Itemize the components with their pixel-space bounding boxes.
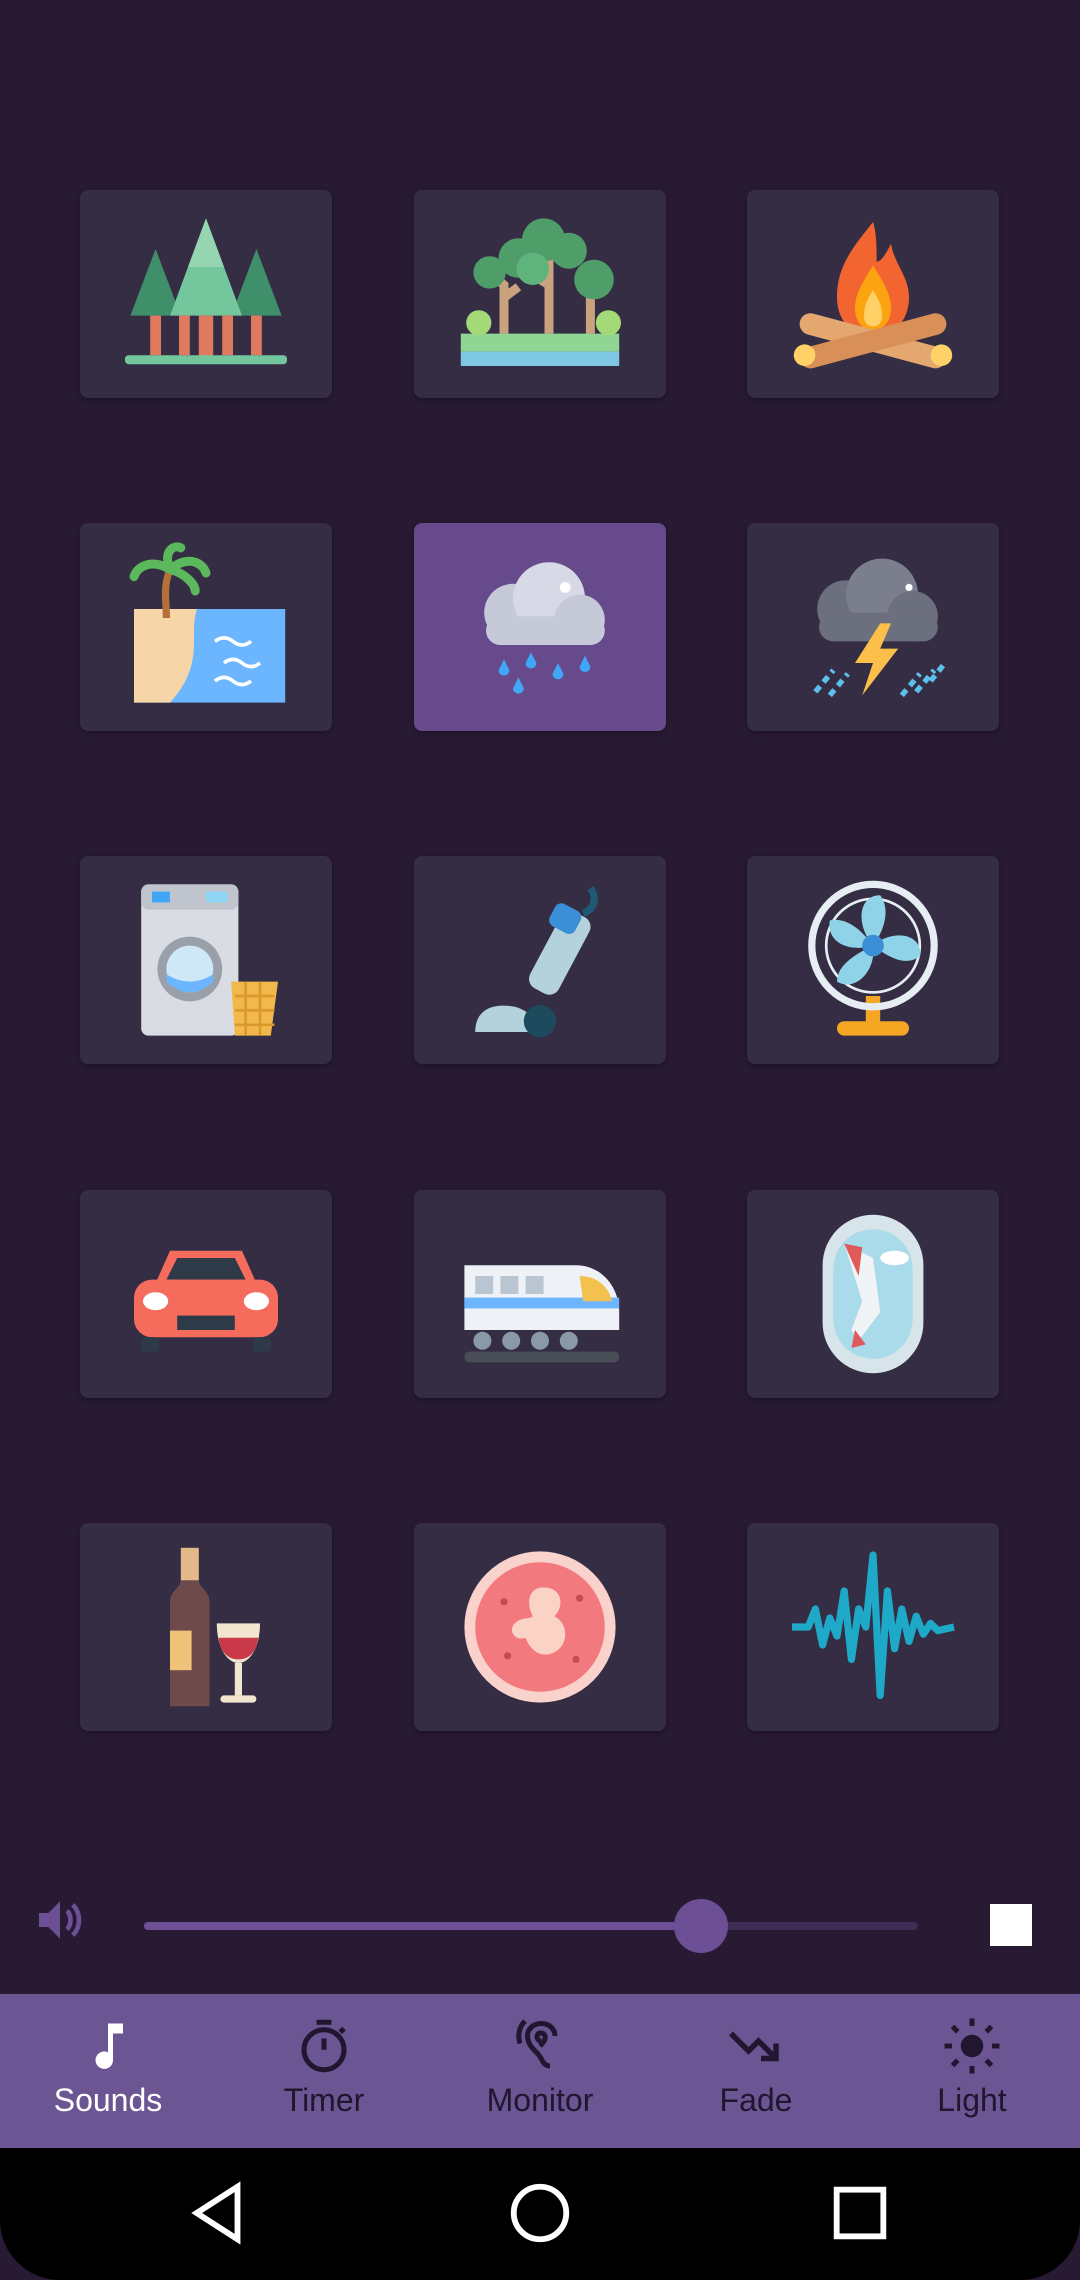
nav-label-light: Light: [937, 2082, 1007, 2118]
sound-tile-vacuum[interactable]: [414, 856, 666, 1064]
volume-slider[interactable]: [144, 1899, 918, 1953]
nav-label-fade: Fade: [719, 2082, 793, 2118]
sound-tile-beach[interactable]: [80, 523, 332, 731]
car-icon: [134, 1250, 278, 1352]
nav-item-fade[interactable]: Fade: [648, 1994, 864, 2148]
train-icon: [464, 1265, 620, 1363]
trending-down-icon: [729, 2031, 779, 2062]
sound-tile-jungle[interactable]: [414, 190, 666, 398]
system-navigation-bar: [0, 2148, 1080, 2280]
sound-tile-fan[interactable]: [747, 856, 999, 1064]
sound-tile-washing-machine[interactable]: [80, 856, 332, 1064]
fan-icon: [808, 880, 938, 1036]
volume-slider-thumb[interactable]: [674, 1899, 729, 1953]
forest-icon: [125, 218, 287, 365]
nav-item-light[interactable]: Light: [864, 1994, 1080, 2148]
volume-controls: [0, 1880, 1080, 1970]
stop-button[interactable]: [990, 1904, 1032, 1946]
nav-label-monitor: Monitor: [486, 2082, 594, 2118]
nav-item-timer[interactable]: Timer: [216, 1994, 432, 2148]
recents-icon[interactable]: [825, 2178, 895, 2248]
timer-icon: [301, 2019, 347, 2073]
womb-icon: [464, 1551, 616, 1703]
sound-tile-car[interactable]: [80, 1190, 332, 1398]
rain-icon: [484, 562, 605, 694]
sound-tile-airplane[interactable]: [747, 1190, 999, 1398]
vacuum-icon: [475, 886, 598, 1038]
thunderstorm-icon: [813, 558, 948, 698]
music-note-icon: [95, 2023, 123, 2069]
volume-slider-fill: [144, 1922, 702, 1930]
beach-icon: [129, 542, 286, 703]
back-icon[interactable]: [185, 2178, 255, 2248]
bottom-navigation: Sounds Timer Monitor Fade Light: [0, 1994, 1080, 2148]
nav-label-timer: Timer: [283, 2082, 365, 2118]
sound-tile-wine[interactable]: [80, 1523, 332, 1731]
sound-tile-rain[interactable]: [414, 523, 666, 731]
campfire-icon: [793, 222, 953, 369]
volume-icon[interactable]: [32, 1892, 88, 1948]
brightness-icon: [944, 2018, 1000, 2074]
wine-icon: [170, 1547, 260, 1707]
sound-tile-womb[interactable]: [414, 1523, 666, 1731]
sound-tile-train[interactable]: [414, 1190, 666, 1398]
nav-label-sounds: Sounds: [53, 2082, 163, 2118]
airplane-window-icon: [822, 1214, 924, 1374]
waveform-icon: [792, 1551, 955, 1699]
hearing-icon: [516, 2019, 558, 2069]
sound-tile-white-noise[interactable]: [747, 1523, 999, 1731]
nav-item-sounds[interactable]: Sounds: [0, 1994, 216, 2148]
jungle-icon: [460, 218, 621, 366]
washing-machine-icon: [141, 884, 278, 1036]
nav-item-monitor[interactable]: Monitor: [432, 1994, 648, 2148]
sound-tile-forest[interactable]: [80, 190, 332, 398]
sound-tile-campfire[interactable]: [747, 190, 999, 398]
home-icon[interactable]: [505, 2178, 575, 2248]
sound-tile-thunderstorm[interactable]: [747, 523, 999, 731]
